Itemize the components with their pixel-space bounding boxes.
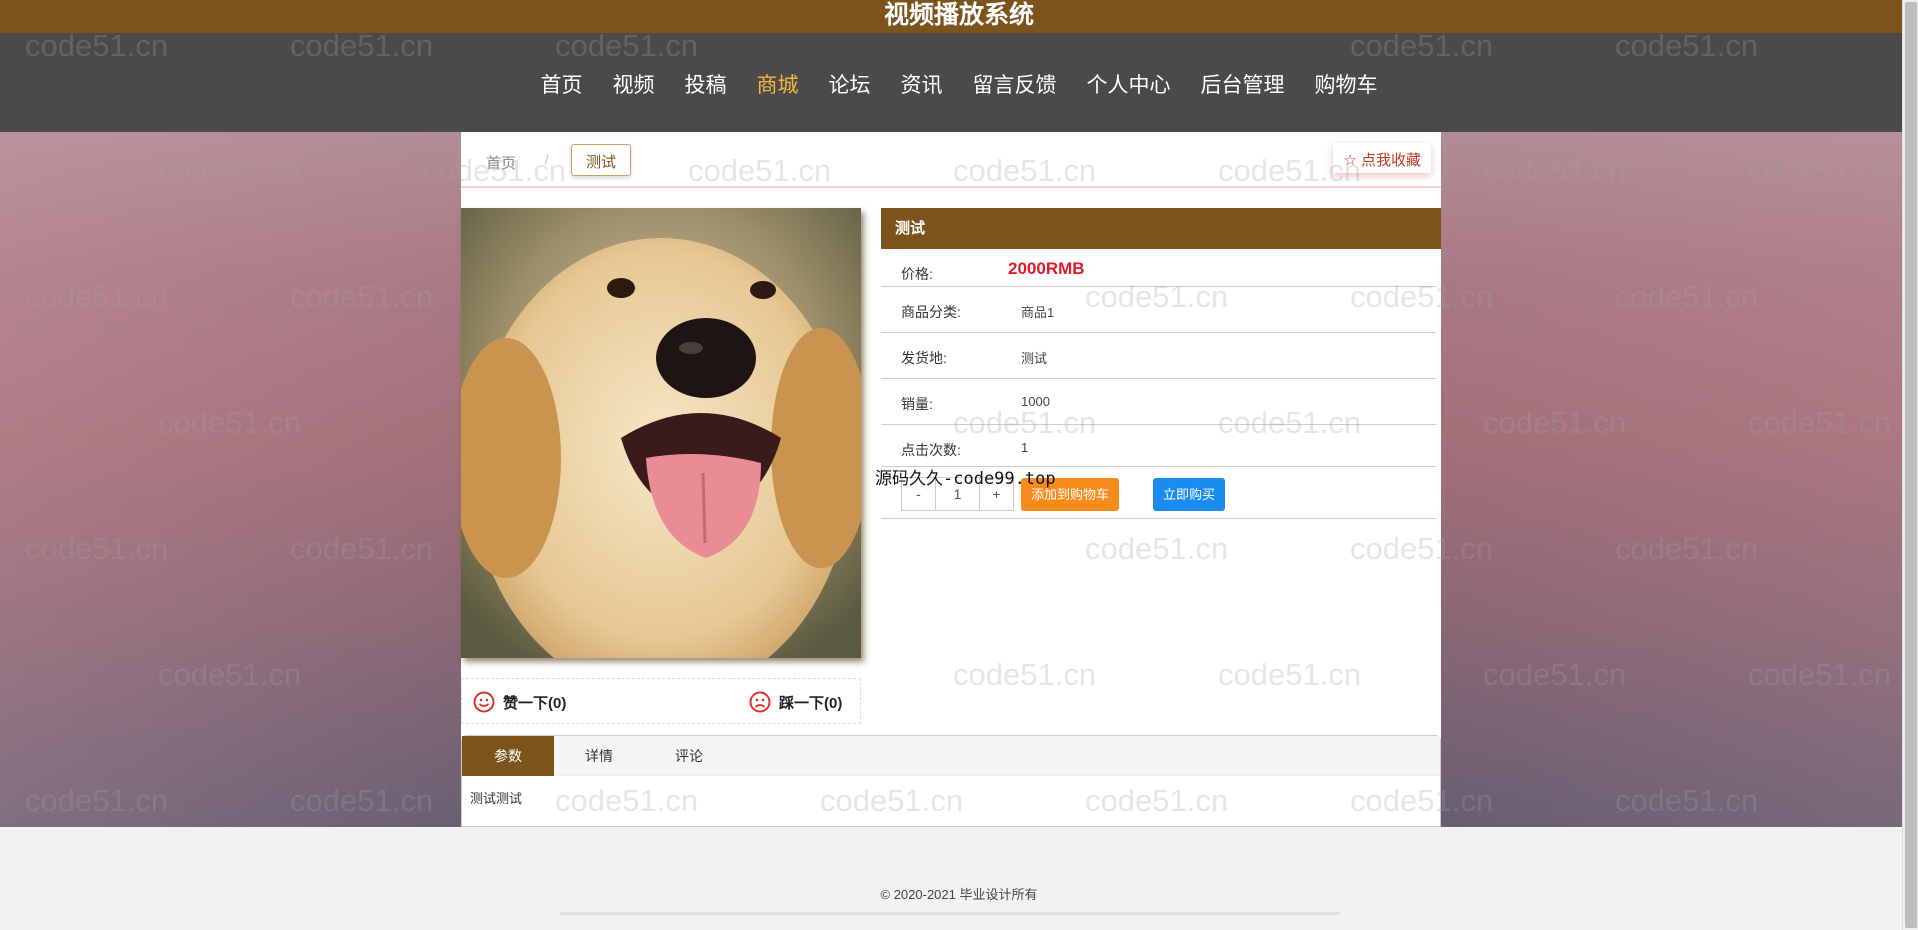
breadcrumb-home[interactable]: 首页 bbox=[486, 152, 516, 173]
favorite-button[interactable]: ☆ 点我收藏 bbox=[1333, 143, 1431, 173]
tab-details[interactable]: 详情 bbox=[554, 736, 644, 776]
nav-item-video[interactable]: 视频 bbox=[613, 69, 655, 99]
nav-item-feedback[interactable]: 留言反馈 bbox=[973, 69, 1057, 99]
nav-item-submit[interactable]: 投稿 bbox=[685, 69, 727, 99]
detail-tabs: 参数 详情 评论 测试测试 bbox=[461, 735, 1441, 827]
price-label: 价格: bbox=[901, 264, 933, 284]
like-label: 赞一下(0) bbox=[503, 692, 566, 713]
main-nav: 首页 视频 投稿 商城 论坛 资讯 留言反馈 个人中心 后台管理 购物车 bbox=[0, 33, 1918, 132]
site-title: 视频播放系统 bbox=[0, 0, 1918, 30]
footer-copyright: © 2020-2021 毕业设计所有 bbox=[0, 884, 1918, 903]
nav-item-mall[interactable]: 商城 bbox=[757, 69, 799, 99]
nav-item-home[interactable]: 首页 bbox=[541, 69, 583, 99]
buy-now-button[interactable]: 立即购买 bbox=[1153, 478, 1225, 511]
origin-label: 发货地: bbox=[901, 348, 947, 368]
product-image bbox=[461, 208, 861, 658]
tab-params[interactable]: 参数 bbox=[462, 736, 554, 776]
breadcrumb-current[interactable]: 测试 bbox=[571, 144, 631, 176]
tab-content: 测试测试 bbox=[462, 776, 1440, 819]
tab-comments[interactable]: 评论 bbox=[644, 736, 734, 776]
tab-bar: 参数 详情 评论 bbox=[462, 736, 1440, 776]
sales-label: 销量: bbox=[901, 394, 933, 414]
category-value: 商品1 bbox=[1021, 302, 1054, 321]
nav-item-cart[interactable]: 购物车 bbox=[1315, 69, 1378, 99]
scrollbar-thumb[interactable] bbox=[1905, 2, 1917, 928]
top-title-bar: 视频播放系统 bbox=[0, 0, 1918, 33]
sales-row: 销量: 1000 bbox=[881, 379, 1436, 425]
price-row: 价格: 2000RMB bbox=[881, 249, 1436, 287]
footer-divider bbox=[560, 912, 1340, 915]
clicks-value: 1 bbox=[1021, 440, 1028, 455]
nav-item-forum[interactable]: 论坛 bbox=[829, 69, 871, 99]
product-detail-container: 首页 / 测试 ☆ 点我收藏 bbox=[461, 132, 1441, 827]
breadcrumb-separator: / bbox=[545, 152, 549, 167]
nav-item-admin[interactable]: 后台管理 bbox=[1201, 69, 1285, 99]
dog-photo bbox=[461, 208, 861, 658]
category-row: 商品分类: 商品1 bbox=[881, 287, 1436, 333]
overlay-watermark-text: 源码久久-code99.top bbox=[875, 464, 1056, 489]
breadcrumb: 首页 / 测试 ☆ 点我收藏 bbox=[461, 132, 1441, 188]
price-value: 2000RMB bbox=[1008, 259, 1085, 279]
origin-row: 发货地: 测试 bbox=[881, 333, 1436, 379]
nav-item-profile[interactable]: 个人中心 bbox=[1087, 69, 1171, 99]
sales-value: 1000 bbox=[1021, 394, 1050, 409]
product-title: 测试 bbox=[881, 208, 1441, 249]
smile-icon bbox=[473, 691, 495, 713]
vote-bar: 赞一下(0) 踩一下(0) bbox=[461, 678, 861, 724]
page-scrollbar[interactable] bbox=[1902, 0, 1918, 930]
nav-item-news[interactable]: 资讯 bbox=[901, 69, 943, 99]
clicks-row: 点击次数: 1 bbox=[881, 425, 1436, 467]
dislike-button[interactable]: 踩一下(0) bbox=[749, 691, 842, 713]
frown-icon bbox=[749, 691, 771, 713]
category-label: 商品分类: bbox=[901, 302, 961, 322]
nav-list: 首页 视频 投稿 商城 论坛 资讯 留言反馈 个人中心 后台管理 购物车 bbox=[0, 33, 1918, 99]
origin-value: 测试 bbox=[1021, 348, 1047, 367]
clicks-label: 点击次数: bbox=[901, 440, 961, 460]
dislike-label: 踩一下(0) bbox=[779, 692, 842, 713]
like-button[interactable]: 赞一下(0) bbox=[473, 691, 566, 713]
